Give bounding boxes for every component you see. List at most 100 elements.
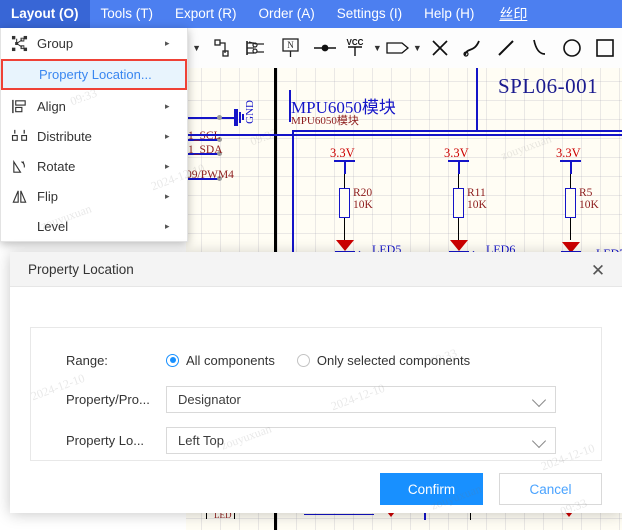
wire-icon[interactable] (206, 28, 239, 68)
menu-tools[interactable]: Tools (T) (90, 0, 165, 28)
menu-item-flip-label: Flip (37, 188, 58, 204)
power-net-label-3: 3.3V (556, 146, 581, 160)
radio-all-components-label: All components (186, 352, 275, 368)
module-subtitle: MPU6050模块 (291, 115, 359, 127)
menu-item-property-location[interactable]: Property Location... (1, 59, 187, 90)
gnd-label: GND (244, 100, 256, 124)
chevron-down-icon (531, 392, 547, 407)
radio-only-selected-label: Only selected components (316, 352, 471, 368)
toolbar: ▼ N VCC ▼ ▼ (186, 28, 622, 69)
resistor-r11-value: 10K (467, 199, 487, 211)
property-property-select[interactable]: Designator (166, 385, 556, 413)
power-vcc-icon[interactable]: VCC ▼ (342, 28, 382, 68)
distribute-icon (1, 128, 37, 145)
net-label-icon[interactable]: N (272, 28, 309, 68)
property-location-dialog: Property Location ✕ Range: All component… (10, 252, 622, 513)
dialog-body: Range: All components Only selected comp… (10, 287, 622, 513)
cancel-button[interactable]: Cancel (499, 473, 602, 505)
pin-node-gnd (217, 115, 222, 120)
no-connect-icon[interactable] (424, 28, 457, 68)
flip-icon (1, 188, 37, 205)
range-label: Range: (66, 352, 108, 368)
bus-icon[interactable] (239, 28, 272, 68)
group-icon (1, 35, 37, 52)
gnd-lead (220, 117, 234, 119)
menu-item-level-label: Level (37, 218, 69, 234)
resistor-r20[interactable] (339, 188, 350, 218)
gnd-bar2 (239, 112, 241, 123)
chevron-right-icon: ▸ (165, 160, 170, 171)
arc-icon[interactable] (523, 28, 556, 68)
dialog-button-row: Confirm Cancel (380, 473, 602, 505)
menu-layout[interactable]: Layout (O) (0, 0, 90, 28)
power-stem-3 (570, 160, 572, 174)
chevron-right-icon: ▸ (165, 130, 170, 141)
property-property-label: Property/Pro... (66, 391, 150, 407)
power-bar-3 (560, 160, 581, 162)
curve-icon[interactable] (457, 28, 490, 68)
menu-item-rotate[interactable]: Rotate ▸ (1, 151, 187, 181)
property-location-select[interactable]: Left Top (166, 426, 556, 454)
net-seg-2b (458, 218, 460, 240)
power-bar-2 (448, 160, 469, 162)
radio-all-components[interactable]: All components (166, 353, 297, 368)
bus-line-top (292, 130, 622, 132)
property-location-value: Left Top (178, 432, 225, 448)
menu-item-flip[interactable]: Flip ▸ (1, 181, 187, 211)
menu-order[interactable]: Order (A) (248, 0, 326, 28)
menu-silkscreen[interactable]: 丝印 (485, 0, 538, 28)
vcc-text: VCC (346, 38, 363, 47)
radio-only-selected-indicator (296, 353, 310, 367)
net-seg-3b (570, 218, 572, 240)
resistor-r11[interactable] (453, 188, 464, 218)
menu-item-align[interactable]: Align ▸ (1, 91, 187, 121)
sheet-border-left (274, 68, 277, 260)
menu-item-group[interactable]: Group ▸ (1, 28, 187, 58)
bus-line-second (186, 134, 622, 136)
power-bar-1 (334, 160, 355, 162)
menu-item-distribute[interactable]: Distribute ▸ (1, 121, 187, 151)
chevron-right-icon: ▸ (165, 37, 170, 48)
chevron-down-icon (531, 433, 547, 448)
power-net-label-2: 3.3V (444, 146, 469, 160)
junction-icon[interactable] (309, 28, 342, 68)
radio-only-selected-components[interactable]: Only selected components (296, 352, 492, 368)
led5-symbol[interactable] (336, 240, 354, 251)
dialog-title: Property Location (28, 261, 134, 277)
bus-vert-left (292, 130, 294, 270)
property-property-value: Designator (178, 391, 241, 407)
gnd-wire (186, 117, 220, 119)
rectangle-icon[interactable] (589, 28, 622, 68)
power-stem-1 (344, 160, 346, 174)
pin-label-scl: 1_SCL (188, 130, 221, 142)
menu-bar: Layout (O) Tools (T) Export (R) Order (A… (0, 0, 622, 28)
menu-export[interactable]: Export (R) (164, 0, 248, 28)
gnd-bar1 (236, 109, 238, 126)
menu-help[interactable]: Help (H) (413, 0, 485, 28)
radio-all-components-indicator (166, 353, 179, 367)
menu-settings[interactable]: Settings (I) (326, 0, 413, 28)
range-row: Range: All components Only selected comp… (31, 344, 601, 376)
resistor-r5-value: 10K (579, 199, 599, 211)
resistor-r11-designator: R11 (467, 187, 486, 199)
confirm-button[interactable]: Confirm (380, 473, 483, 505)
align-icon (1, 98, 37, 115)
led6-symbol[interactable] (450, 240, 468, 251)
bus-vert-right (476, 68, 478, 131)
menu-item-group-label: Group (37, 35, 74, 51)
resistor-r20-value: 10K (353, 199, 373, 211)
port-icon[interactable]: ▼ (382, 28, 424, 68)
circle-icon[interactable] (556, 28, 589, 68)
line-icon[interactable] (490, 28, 523, 68)
resistor-r5-designator: R5 (579, 187, 593, 199)
property-property-row: Property/Pro... Designator (31, 383, 601, 415)
resistor-r5[interactable] (565, 188, 576, 218)
dialog-header: Property Location ✕ (10, 252, 622, 287)
dropdown-caret-icon[interactable]: ▼ (186, 28, 206, 68)
menu-item-property-location-label: Property Location... (39, 67, 152, 82)
net-seg-1b (344, 218, 346, 240)
menu-item-level[interactable]: Level ▸ (1, 211, 187, 241)
resistor-r20-designator: R20 (353, 187, 373, 199)
net-seg-3a (570, 174, 572, 188)
close-icon[interactable]: ✕ (588, 260, 608, 280)
